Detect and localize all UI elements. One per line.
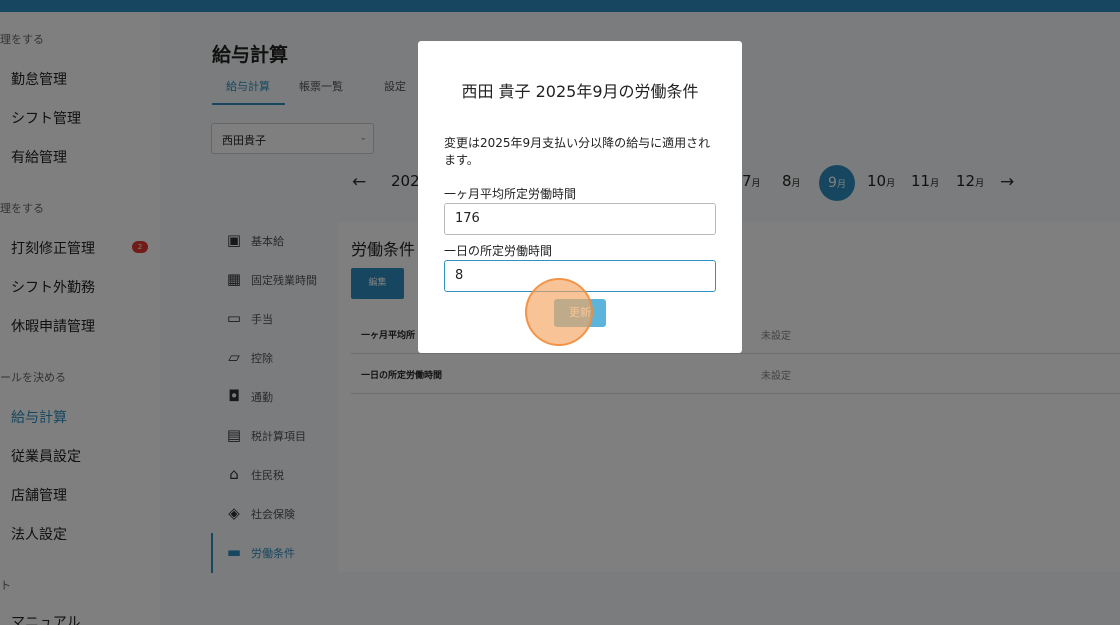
modal-title: 西田 貴子 2025年9月の労働条件 [461,82,699,101]
click-indicator [525,278,593,346]
monthly-hours-input[interactable]: 176 [444,203,716,235]
daily-hours-label: 一日の所定労働時間 [444,244,553,258]
modal-note: 変更は2025年9月支払い分以降の給与に適用されます。 [444,136,711,167]
monthly-hours-label: 一ヶ月平均所定労働時間 [444,187,577,201]
